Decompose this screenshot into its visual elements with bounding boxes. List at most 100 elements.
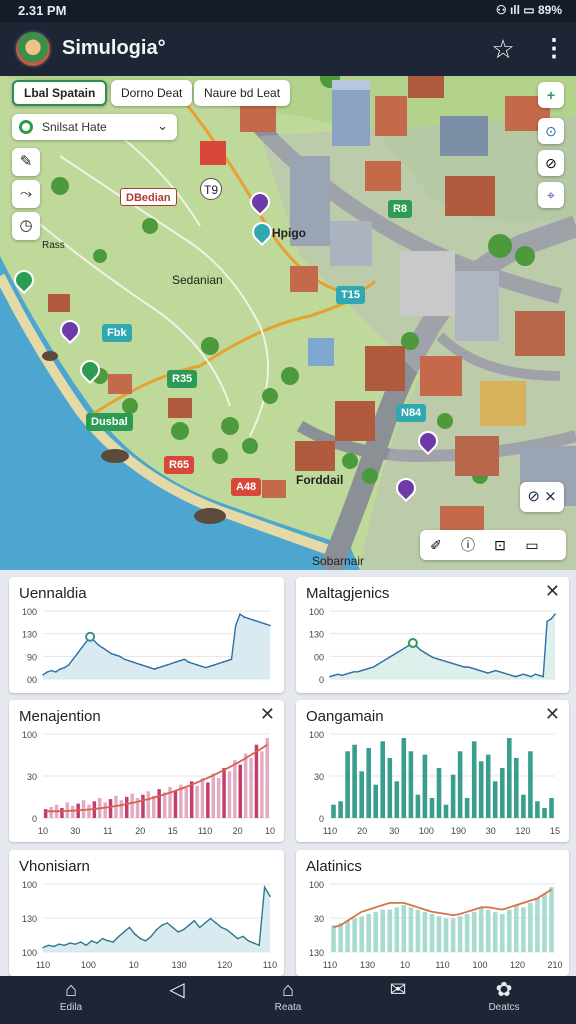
data-point xyxy=(132,661,134,663)
bar xyxy=(49,806,53,818)
nav-item-inbox[interactable]: ✉ xyxy=(363,976,433,1024)
data-point xyxy=(459,665,462,667)
nav-item-back[interactable]: ◁ xyxy=(142,976,212,1024)
map-tag-dusbal[interactable]: Dusbal xyxy=(86,413,133,431)
map-tag-r65[interactable]: R65 xyxy=(164,456,195,474)
bar xyxy=(366,748,371,818)
bar xyxy=(535,898,540,952)
bar xyxy=(260,751,264,818)
data-point xyxy=(175,661,177,663)
bar xyxy=(380,741,385,818)
data-point xyxy=(127,659,130,662)
data-point xyxy=(215,922,217,924)
data-point xyxy=(341,674,343,677)
bar xyxy=(157,789,161,818)
data-point xyxy=(427,654,430,656)
metric-card-3[interactable]: Menajention ✕ 100 30 0 10 30 11 20 15 110 20 10 xyxy=(9,700,284,842)
nav-item-deatcs[interactable]: ✿ Deatcs xyxy=(469,976,539,1024)
data-point xyxy=(236,937,239,940)
data-point xyxy=(112,941,115,943)
tab-chip-1[interactable]: Lbal Spatain xyxy=(12,80,108,106)
ruler-icon[interactable]: ▭ xyxy=(516,530,548,560)
data-point xyxy=(136,662,138,665)
metric-card-1[interactable]: Uennaldia 100 130 90 00 xyxy=(9,577,284,693)
edit-icon[interactable]: ✐ xyxy=(420,530,452,560)
y-tick-label: 0 xyxy=(319,675,324,685)
simulation-map[interactable]: Lbal Spatain Dorno Deat Naure bd Leat Sn… xyxy=(0,76,576,570)
data-point xyxy=(106,650,108,652)
y-tick-label: 0 xyxy=(32,814,37,824)
y-tick-label: 100 xyxy=(309,607,324,617)
map-tag-r8[interactable]: R8 xyxy=(388,200,413,218)
map-tag-a48[interactable]: A48 xyxy=(231,478,262,496)
box-icon[interactable]: ⊡ xyxy=(484,530,516,560)
layers-icon[interactable]: ⊘ xyxy=(538,150,564,176)
data-point xyxy=(264,623,267,625)
data-point xyxy=(217,662,220,665)
map-tag-r35[interactable]: R35 xyxy=(167,370,198,388)
bar xyxy=(514,905,519,952)
map-marker-circle[interactable]: T9 xyxy=(200,178,222,200)
data-point xyxy=(222,661,224,663)
bar xyxy=(222,768,226,818)
bar xyxy=(492,781,498,818)
nav-item-edila[interactable]: ⌂ Edila xyxy=(36,976,106,1024)
peak-marker xyxy=(85,631,96,642)
bar xyxy=(146,791,151,818)
gps-icon[interactable]: ⌖ xyxy=(538,182,564,208)
favorite-star-icon[interactable]: ☆ xyxy=(488,34,518,64)
data-point xyxy=(380,661,383,663)
draw-pencil-icon[interactable]: ✎ xyxy=(12,148,40,176)
scenario-select[interactable]: Snilsat Hate ⌄ xyxy=(12,114,177,140)
bar xyxy=(500,768,505,818)
map-tag-t15[interactable]: T15 xyxy=(336,286,365,304)
metrics-panel: Uennaldia 100 130 90 00 Maltagjenics ✕ 100 1… xyxy=(0,570,576,976)
data-point xyxy=(471,667,473,669)
bar xyxy=(478,907,484,952)
data-point xyxy=(550,618,552,620)
metric-card-2[interactable]: Maltagjenics ✕ 100 130 00 0 xyxy=(296,577,569,693)
route-icon[interactable]: ⤳ xyxy=(12,180,40,208)
nav-item-reata[interactable]: ⌂ Reata xyxy=(253,976,323,1024)
data-point xyxy=(166,922,169,924)
bar xyxy=(457,916,463,952)
gear-icon: ✿ xyxy=(495,979,513,1001)
bar xyxy=(535,801,540,818)
tab-chip-3[interactable]: Naure bd Leat xyxy=(194,80,291,106)
metric-card-5[interactable]: Vhonisiarn 100 130 100 110 100 10 130 120 110 xyxy=(9,850,284,976)
bar xyxy=(206,782,210,818)
y-tick-label: 130 xyxy=(309,948,324,958)
bar xyxy=(345,751,350,818)
y-tick-label: 30 xyxy=(314,914,324,924)
x-tick-label: 10 xyxy=(400,960,410,970)
x-tick-label: 100 xyxy=(81,960,96,970)
peak-marker xyxy=(407,638,418,649)
metric-card-4[interactable]: Oangamain ✕ 100 30 0 110 20 30 100 190 30 120 15 xyxy=(296,700,569,842)
data-point xyxy=(183,658,186,661)
data-point xyxy=(538,674,540,677)
data-point xyxy=(150,935,152,938)
zoom-in-button[interactable]: + xyxy=(538,82,564,108)
bar xyxy=(195,785,199,818)
x-tick-label: 20 xyxy=(135,826,145,836)
info-icon[interactable]: ⓘ xyxy=(452,530,484,560)
tab-chip-2[interactable]: Dorno Deat xyxy=(111,80,193,106)
metric-card-6[interactable]: Alatinics 100 30 130 110 130 10 110 100 120 210 xyxy=(296,850,569,976)
map-tag-dbedian[interactable]: DBedian xyxy=(120,188,177,206)
app-logo xyxy=(14,30,52,68)
bar xyxy=(380,909,385,952)
compass-icon[interactable]: ⊙ xyxy=(538,118,564,144)
bar xyxy=(387,909,393,952)
bar xyxy=(394,907,400,952)
data-point xyxy=(46,671,49,673)
bar xyxy=(450,918,456,952)
mail-icon: ✉ xyxy=(389,979,407,1001)
clock-icon[interactable]: ◷ xyxy=(12,212,40,240)
map-label-sedanian: Sedanian xyxy=(172,273,223,287)
bar xyxy=(265,738,269,818)
map-tag-fbk[interactable]: Fbk xyxy=(102,324,132,342)
more-menu-icon[interactable]: ⋮ xyxy=(542,34,566,64)
map-tools-right[interactable]: ⊘ ⨯ xyxy=(520,482,564,512)
map-tag-n84[interactable]: N84 xyxy=(396,404,427,422)
data-point xyxy=(269,624,271,627)
